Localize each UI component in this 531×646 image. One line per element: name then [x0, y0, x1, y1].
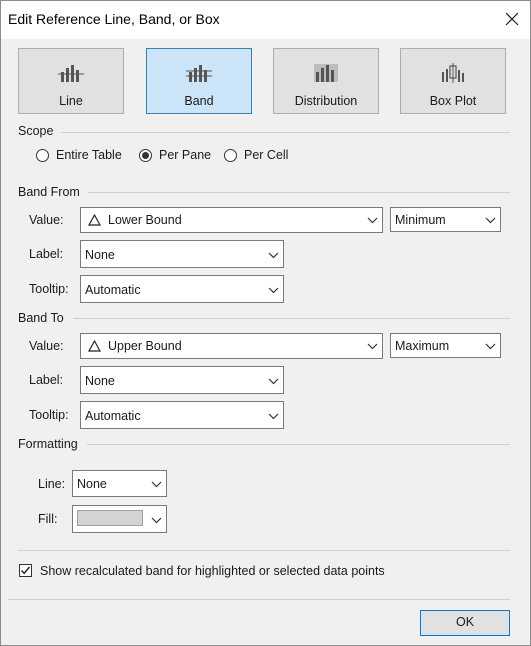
close-button[interactable]	[500, 7, 524, 31]
band-to-label-label: Label:	[29, 373, 64, 387]
band-from-heading: Band From	[18, 185, 80, 199]
band-chart-icon	[186, 65, 212, 82]
band-from-value-label: Value:	[29, 213, 64, 227]
formatting-line-label: Line:	[38, 477, 66, 491]
title-bar: Edit Reference Line, Band, or Box	[1, 1, 530, 39]
footer-separator	[8, 599, 510, 600]
recalculated-band-label: Show recalculated band for highlighted o…	[40, 564, 385, 578]
scope-per-pane-label: Per Pane	[159, 148, 212, 162]
fill-color-swatch	[77, 510, 143, 526]
scope-entire-table-label: Entire Table	[56, 148, 122, 162]
box-plot-icon	[442, 63, 464, 83]
chevron-down-icon	[268, 413, 279, 420]
chevron-down-icon	[485, 217, 496, 224]
delta-icon	[88, 214, 101, 226]
band-to-value-label: Value:	[29, 339, 64, 353]
checkmark-icon	[20, 566, 31, 575]
formatting-fill-dropdown[interactable]	[72, 505, 167, 533]
ok-button[interactable]: OK	[420, 610, 510, 636]
band-from-tooltip-text: Automatic	[85, 283, 141, 297]
chevron-down-icon	[268, 252, 279, 259]
type-band-label: Band	[184, 94, 214, 108]
type-distribution-button[interactable]: Distribution	[273, 48, 379, 114]
scope-per-pane-radio[interactable]: Per Pane	[139, 148, 211, 162]
type-line-label: Line	[59, 94, 83, 108]
band-to-value-dropdown[interactable]: Upper Bound	[80, 333, 383, 359]
band-from-aggregation-dropdown[interactable]: Minimum	[390, 207, 501, 232]
chevron-down-icon	[367, 343, 378, 350]
band-from-value-text: Lower Bound	[108, 213, 182, 227]
band-from-value-dropdown[interactable]: Lower Bound	[80, 207, 383, 233]
distribution-chart-icon	[314, 64, 338, 82]
chevron-down-icon	[485, 343, 496, 350]
formatting-bottom-separator	[18, 550, 510, 551]
formatting-line-text: None	[77, 477, 107, 491]
chevron-down-icon	[268, 287, 279, 294]
scope-heading: Scope	[18, 124, 54, 138]
type-boxplot-label: Box Plot	[429, 94, 477, 108]
radio-circle	[224, 148, 237, 162]
band-from-label-dropdown[interactable]: None	[80, 240, 284, 268]
band-from-label-label: Label:	[29, 247, 64, 261]
band-from-aggregation-text: Minimum	[395, 213, 446, 227]
band-to-tooltip-label: Tooltip:	[29, 408, 69, 422]
chevron-down-icon	[151, 517, 162, 524]
chevron-down-icon	[151, 481, 162, 488]
band-from-separator	[88, 192, 510, 193]
scope-separator	[61, 132, 510, 133]
scope-per-cell-label: Per Cell	[244, 148, 289, 162]
chevron-down-icon	[367, 217, 378, 224]
type-distribution-label: Distribution	[294, 94, 358, 108]
chevron-down-icon	[268, 378, 279, 385]
scope-per-cell-radio[interactable]: Per Cell	[224, 148, 288, 162]
line-chart-icon	[58, 65, 84, 82]
band-to-label-dropdown[interactable]: None	[80, 366, 284, 394]
band-to-label-text: None	[85, 374, 115, 388]
close-icon	[505, 12, 519, 26]
band-to-tooltip-text: Automatic	[85, 409, 141, 423]
type-band-button[interactable]: Band	[146, 48, 252, 114]
radio-circle	[36, 148, 49, 162]
recalculated-band-checkbox[interactable]	[19, 564, 32, 577]
dialog-title: Edit Reference Line, Band, or Box	[8, 11, 220, 27]
band-from-label-text: None	[85, 248, 115, 262]
formatting-fill-label: Fill:	[38, 512, 58, 526]
dialog: Edit Reference Line, Band, or Box Line B…	[0, 0, 531, 646]
band-to-value-text: Upper Bound	[108, 339, 182, 353]
delta-icon	[88, 340, 101, 352]
band-to-separator	[73, 318, 510, 319]
band-to-aggregation-dropdown[interactable]: Maximum	[390, 333, 501, 358]
type-boxplot-button[interactable]: Box Plot	[400, 48, 506, 114]
formatting-line-dropdown[interactable]: None	[72, 470, 167, 497]
formatting-separator	[87, 444, 510, 445]
band-to-heading: Band To	[18, 311, 64, 325]
formatting-heading: Formatting	[18, 437, 78, 451]
scope-entire-table-radio[interactable]: Entire Table	[36, 148, 122, 162]
band-from-tooltip-label: Tooltip:	[29, 282, 69, 296]
band-from-tooltip-dropdown[interactable]: Automatic	[80, 275, 284, 303]
type-line-button[interactable]: Line	[18, 48, 124, 114]
radio-circle-selected	[139, 148, 152, 162]
band-to-tooltip-dropdown[interactable]: Automatic	[80, 401, 284, 429]
band-to-aggregation-text: Maximum	[395, 339, 450, 353]
